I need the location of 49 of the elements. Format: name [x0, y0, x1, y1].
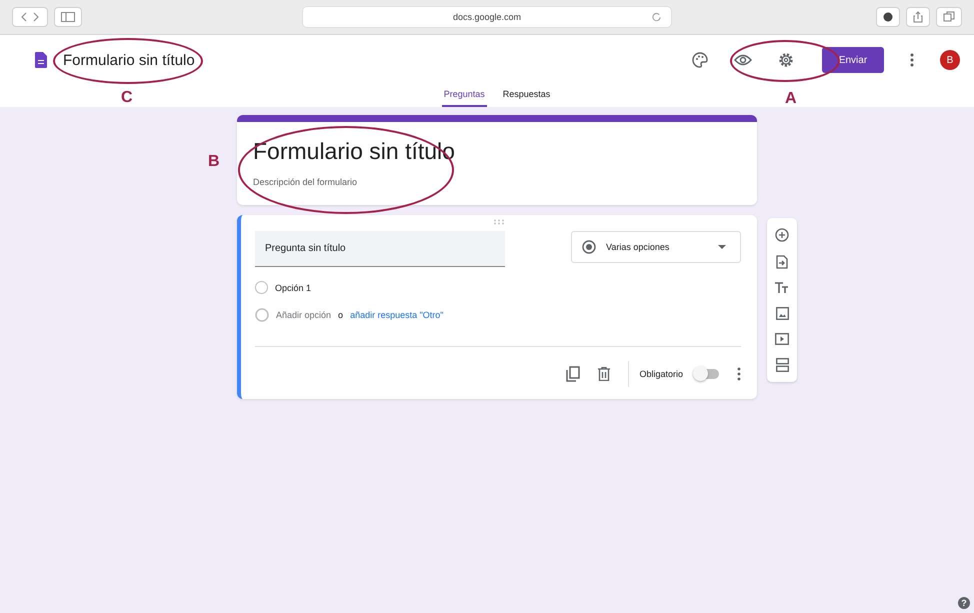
more-icon[interactable] [737, 367, 741, 381]
share-icon [913, 11, 923, 23]
copy-icon[interactable] [566, 366, 580, 382]
section-icon[interactable] [776, 358, 788, 372]
add-other-link[interactable]: añadir respuesta "Otro" [350, 310, 444, 320]
add-circle-icon[interactable] [775, 228, 789, 242]
required-label: Obligatorio [639, 369, 683, 379]
annotation-letter: A [785, 90, 797, 108]
radio-button[interactable] [255, 281, 268, 294]
question-title-field[interactable]: Pregunta sin título [255, 231, 505, 267]
forms-logo-icon [35, 52, 47, 68]
extension-button[interactable] [876, 7, 900, 27]
tabs-icon [943, 11, 955, 23]
tab[interactable]: Preguntas [442, 85, 487, 107]
option-label[interactable]: Opción 1 [275, 282, 312, 292]
help-button[interactable]: ? [958, 597, 970, 609]
required-toggle[interactable] [695, 369, 719, 379]
add-option-text[interactable]: Añadir opción [276, 310, 332, 320]
more-icon[interactable] [910, 53, 914, 67]
palette-icon[interactable] [692, 52, 708, 68]
address-bar[interactable]: docs.google.com [302, 6, 672, 28]
drag-handle-icon[interactable] [493, 219, 505, 225]
tab[interactable]: Respuestas [500, 85, 552, 107]
image-icon[interactable] [776, 307, 788, 320]
chevrons-icon [19, 11, 41, 23]
form-description[interactable]: Descripción del formulario [253, 177, 741, 187]
empty-circle-icon [255, 308, 269, 322]
tabs-button[interactable] [936, 7, 962, 27]
settings-icon[interactable] [778, 52, 794, 68]
trash-icon[interactable] [598, 367, 610, 381]
or-text: o [338, 310, 344, 320]
circle-icon [883, 12, 893, 22]
share-button[interactable] [906, 7, 930, 27]
eye-icon[interactable] [734, 54, 752, 66]
video-icon[interactable] [775, 333, 789, 345]
send-button[interactable]: Enviar [822, 47, 884, 73]
sidebar-icon [61, 12, 75, 22]
question-type-dropdown[interactable]: Varias opciones [571, 231, 741, 263]
annotation-letter: B [208, 153, 220, 171]
sidebar-button[interactable] [54, 7, 82, 27]
form-title[interactable]: Formulario sin título [63, 52, 195, 68]
back-forward-button[interactable] [12, 7, 48, 27]
avatar[interactable]: B [940, 50, 960, 70]
annotation-letter: C [121, 89, 133, 107]
import-icon[interactable] [776, 255, 788, 269]
text-size-icon[interactable] [775, 282, 789, 294]
caret-icon [718, 245, 726, 249]
radio-icon [582, 240, 596, 254]
reload-icon[interactable] [652, 12, 661, 21]
